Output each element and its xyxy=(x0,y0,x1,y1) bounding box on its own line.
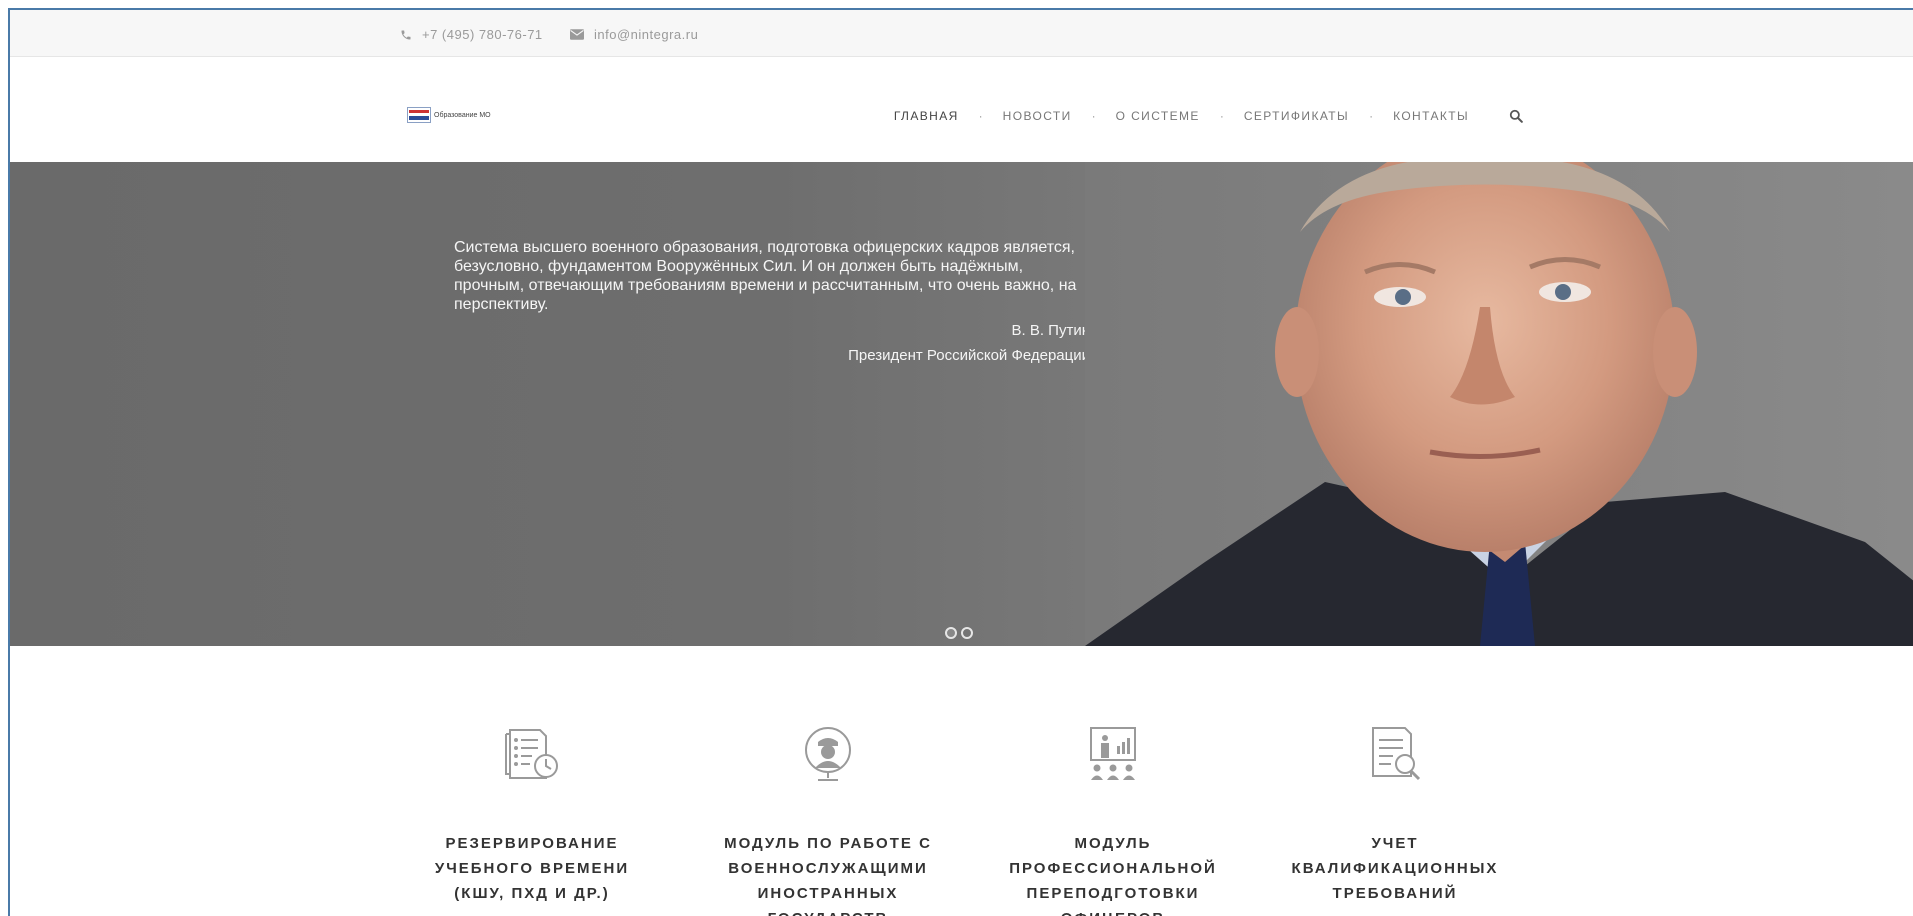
hero-slider: Система высшего военного образования, по… xyxy=(10,162,1913,646)
presentation-icon xyxy=(1090,727,1136,780)
nav-separator: · xyxy=(1219,109,1224,123)
site-logo[interactable]: Образование МО xyxy=(407,107,491,123)
top-contact-bar: +7 (495) 780-76-71 info@nintegra.ru xyxy=(10,10,1913,57)
nav-item-home[interactable]: ГЛАВНАЯ xyxy=(894,109,959,123)
phone-icon xyxy=(401,30,411,39)
site-header: Образование МО ГЛАВНАЯ · НОВОСТИ · О СИС… xyxy=(10,58,1913,162)
feature-title: УЧЕТ КВАЛИФИКАЦИОННЫХ ТРЕБОВАНИЙ xyxy=(1291,835,1499,902)
email-text: info@nintegra.ru xyxy=(594,27,699,42)
feature-title: МОДУЛЬ ПО РАБОТЕ С ВОЕННОСЛУЖАЩИМИ ИНОСТ… xyxy=(724,835,932,916)
schedule-icon xyxy=(505,729,558,779)
logo-emblem xyxy=(407,107,431,123)
globe-soldier-icon xyxy=(805,727,851,781)
slider-dot[interactable] xyxy=(945,627,957,639)
nav-item-news[interactable]: НОВОСТИ xyxy=(1003,109,1072,123)
nav-separator: · xyxy=(1091,109,1096,123)
envelope-icon xyxy=(570,29,584,40)
hero-portrait-image xyxy=(1085,162,1913,646)
document-search-icon xyxy=(1372,727,1421,781)
feature-title: РЕЗЕРВИРОВАНИЕ УЧЕБНОГО ВРЕМЕНИ (КШУ, ПХ… xyxy=(434,835,630,902)
quote-author-role: Президент Российской Федерации xyxy=(848,347,1090,364)
email-contact[interactable]: info@nintegra.ru xyxy=(570,27,698,42)
nav-item-contacts[interactable]: КОНТАКТЫ xyxy=(1393,109,1469,123)
logo-text: Образование МО xyxy=(434,111,491,119)
main-navigation: ГЛАВНАЯ · НОВОСТИ · О СИСТЕМЕ · СЕРТИФИК… xyxy=(894,109,1523,123)
nav-item-certificates[interactable]: СЕРТИФИКАТЫ xyxy=(1244,109,1349,123)
search-icon xyxy=(1509,109,1523,123)
search-button[interactable] xyxy=(1509,109,1523,123)
nav-separator: · xyxy=(1369,109,1374,123)
slider-dot[interactable] xyxy=(961,627,973,639)
feature-title: МОДУЛЬ ПРОФЕССИОНАЛЬНОЙ ПЕРЕПОДГОТОВКИ О… xyxy=(1009,835,1217,916)
features-section: РЕЗЕРВИРОВАНИЕ УЧЕБНОГО ВРЕМЕНИ (КШУ, ПХ… xyxy=(10,646,1913,916)
browser-viewport: +7 (495) 780-76-71 info@nintegra.ru Обра… xyxy=(8,8,1913,916)
phone-text: +7 (495) 780-76-71 xyxy=(422,27,543,42)
slider-pagination xyxy=(945,627,977,639)
quote-author: В. В. Путин xyxy=(1011,322,1091,339)
nav-item-about[interactable]: О СИСТЕМЕ xyxy=(1116,109,1200,123)
phone-contact[interactable]: +7 (495) 780-76-71 xyxy=(400,27,543,42)
nav-separator: · xyxy=(978,109,983,123)
hero-quote: Система высшего военного образования, по… xyxy=(454,239,1077,313)
